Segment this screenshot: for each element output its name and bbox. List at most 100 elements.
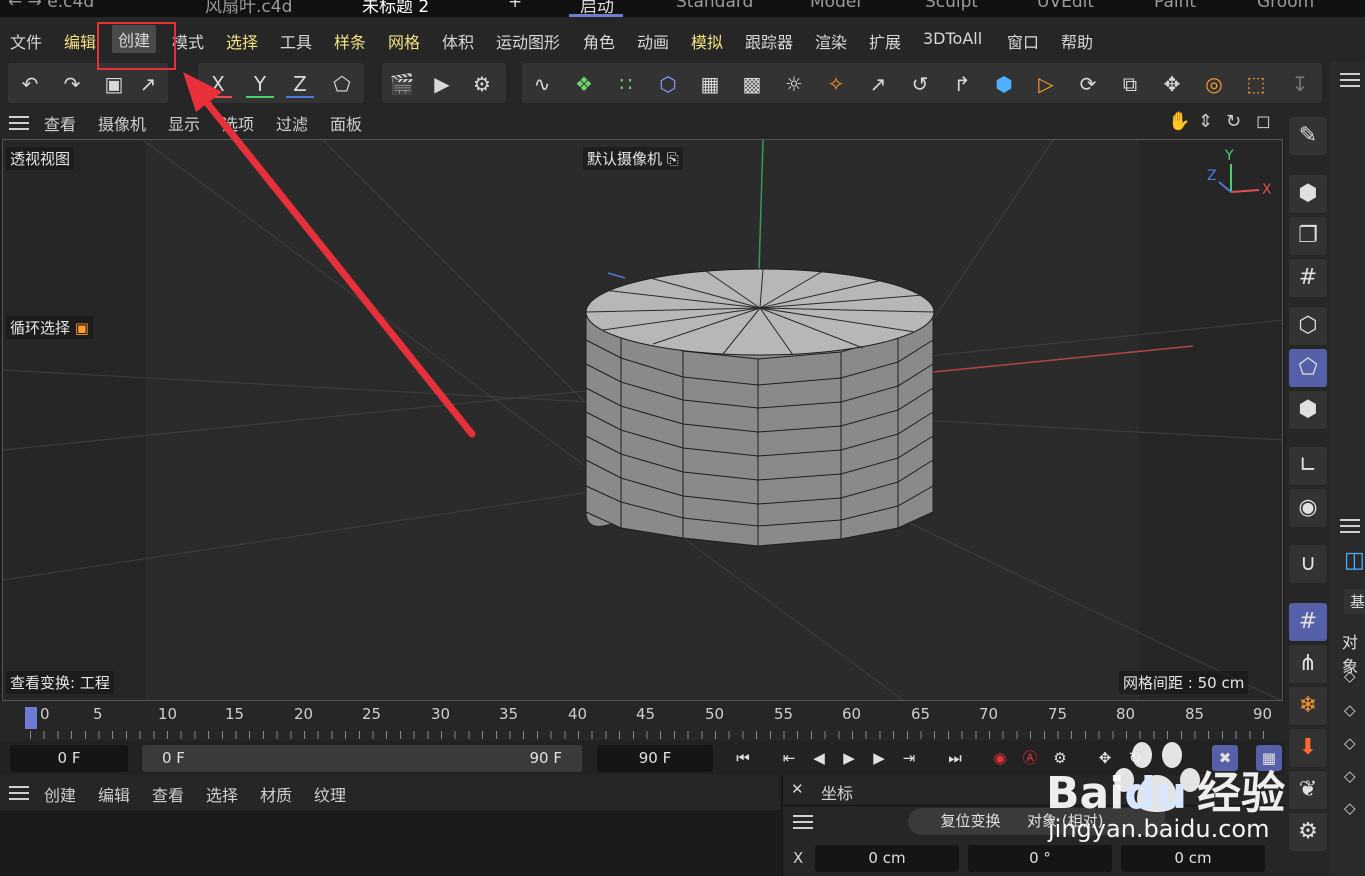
edges-mode-icon[interactable]: ⬠ bbox=[1289, 349, 1327, 387]
axis-mode-icon[interactable]: ∟ bbox=[1289, 447, 1327, 485]
x-axis-lock-button[interactable]: X bbox=[204, 70, 232, 98]
menu-tracker[interactable]: 跟踪器 bbox=[745, 29, 793, 53]
key-position-icon[interactable]: ✥ bbox=[1092, 745, 1118, 771]
key-pla-icon[interactable]: ▦ bbox=[1256, 745, 1282, 771]
menu-spline[interactable]: 样条 bbox=[334, 29, 366, 53]
key-parameter-icon[interactable]: ✖ bbox=[1212, 745, 1238, 771]
tab-prev-doc[interactable]: ← → e.c4d bbox=[8, 0, 94, 17]
viewport-menu-camera[interactable]: 摄像机 bbox=[98, 111, 146, 135]
material-hamburger-icon[interactable] bbox=[9, 786, 29, 800]
layout-tab-paint[interactable]: Paint bbox=[1154, 0, 1196, 17]
edit-mode-icon[interactable]: ✎ bbox=[1289, 117, 1327, 155]
keyframe-diamond-icon[interactable]: ◇ bbox=[1344, 734, 1356, 752]
viewport-menu-filter[interactable]: 过滤 bbox=[276, 111, 308, 135]
autokey-icon[interactable]: Ⓐ bbox=[1017, 745, 1043, 771]
loop-select-hud[interactable]: 循环选择 ▣ bbox=[6, 316, 93, 339]
model-mode-icon[interactable]: ⬢ bbox=[1289, 175, 1327, 213]
drop-to-floor-icon[interactable]: ⬇ bbox=[1289, 729, 1327, 767]
cloner-icon[interactable]: ∷ bbox=[612, 70, 640, 98]
material-menu-material[interactable]: 材质 bbox=[260, 782, 292, 806]
box-select-icon[interactable]: ⬚ bbox=[1242, 70, 1270, 98]
menu-simulate[interactable]: 模拟 bbox=[691, 29, 723, 53]
menu-mode[interactable]: 模式 bbox=[172, 29, 204, 53]
previous-key-icon[interactable]: ⇤ bbox=[776, 745, 802, 771]
end-frame-field[interactable]: 90 F bbox=[597, 745, 713, 772]
menu-file[interactable]: 文件 bbox=[10, 29, 42, 53]
new-tab-button[interactable]: + bbox=[508, 0, 522, 17]
render-to-picture-viewer-icon[interactable]: ▶ bbox=[428, 70, 456, 98]
open-external-icon[interactable]: ↗ bbox=[134, 70, 162, 98]
object-panel-hamburger-icon[interactable] bbox=[1340, 73, 1360, 87]
solo-icon[interactable]: ◉ bbox=[1289, 489, 1327, 527]
menu-tools[interactable]: 工具 bbox=[280, 29, 312, 53]
menu-select[interactable]: 选择 bbox=[226, 29, 258, 53]
menu-extensions[interactable]: 扩展 bbox=[869, 29, 901, 53]
butterfly-icon[interactable]: ❦ bbox=[1289, 771, 1327, 809]
menu-3dtoall[interactable]: 3DToAll bbox=[923, 29, 982, 48]
maximize-view-icon[interactable]: ◻ bbox=[1256, 111, 1271, 132]
go-to-start-icon[interactable]: ⏮ bbox=[730, 745, 756, 771]
magnet-icon[interactable]: ∪ bbox=[1289, 545, 1327, 583]
layout-tab-standard[interactable]: Standard bbox=[676, 0, 753, 17]
keyframe-diamond-icon[interactable]: ◇ bbox=[1344, 667, 1356, 685]
previous-frame-icon[interactable]: ◀ bbox=[806, 745, 832, 771]
position-x-field[interactable]: 0 cm bbox=[815, 845, 959, 872]
menu-animate[interactable]: 动画 bbox=[637, 29, 669, 53]
size-x-field[interactable]: 0 cm bbox=[1121, 845, 1265, 872]
next-frame-icon[interactable]: ▶ bbox=[866, 745, 892, 771]
spline-pen-icon[interactable]: ∿ bbox=[528, 70, 556, 98]
field-icon[interactable]: ▦ bbox=[696, 70, 724, 98]
live-select-icon[interactable]: ◎ bbox=[1200, 70, 1228, 98]
camera-icon[interactable]: ▩ bbox=[738, 70, 766, 98]
perspective-viewport[interactable]: Y X Z 透视视图 默认摄像机 ⎘ 循环选择 ▣ 查看变换: 工程 网格间距 … bbox=[2, 139, 1283, 701]
material-menu-texture[interactable]: 纹理 bbox=[314, 782, 346, 806]
viewport-hamburger-icon[interactable] bbox=[9, 116, 29, 130]
symmetry-icon[interactable]: ⋔ bbox=[1289, 645, 1327, 683]
texture-mode-icon[interactable]: ❐ bbox=[1289, 217, 1327, 255]
playhead[interactable] bbox=[25, 707, 37, 729]
move-tool-icon[interactable]: ✥ bbox=[1158, 70, 1186, 98]
timeline-ruler[interactable]: 0 5 10 15 20 25 30 35 40 45 50 55 60 65 … bbox=[0, 701, 1285, 741]
viewport-menu-view[interactable]: 查看 bbox=[44, 111, 76, 135]
dolly-icon[interactable]: ⇕ bbox=[1198, 111, 1213, 132]
redo-icon[interactable]: ↷ bbox=[58, 70, 86, 98]
attribute-panel-hamburger-icon[interactable] bbox=[1340, 519, 1360, 533]
close-icon[interactable]: ✕ bbox=[791, 780, 804, 798]
viewport-menu-panel[interactable]: 面板 bbox=[330, 111, 362, 135]
y-axis-lock-button[interactable]: Y bbox=[246, 70, 274, 98]
orbit-icon[interactable]: ↻ bbox=[1226, 111, 1241, 132]
material-menu-edit[interactable]: 编辑 bbox=[98, 782, 130, 806]
render-settings-icon[interactable]: ⚙ bbox=[468, 70, 496, 98]
record-icon[interactable]: ◉ bbox=[987, 745, 1013, 771]
material-menu-select[interactable]: 选择 bbox=[206, 782, 238, 806]
range-slider[interactable]: 0 F 90 F bbox=[142, 745, 582, 772]
layout-tab-uvedit[interactable]: UVEdit bbox=[1037, 0, 1094, 17]
pan-hand-icon[interactable]: ✋ bbox=[1168, 111, 1190, 132]
rotation-x-field[interactable]: 0 ° bbox=[968, 845, 1112, 872]
menu-mograph[interactable]: 运动图形 bbox=[496, 29, 560, 53]
layout-tab-sculpt[interactable]: Sculpt bbox=[925, 0, 978, 17]
go-to-end-icon[interactable]: ⏭ bbox=[942, 745, 968, 771]
play-frame-icon[interactable]: ▷ bbox=[1032, 70, 1060, 98]
workplane-icon[interactable]: # bbox=[1289, 259, 1327, 297]
menu-volume[interactable]: 体积 bbox=[442, 29, 474, 53]
effector-icon[interactable]: ✧ bbox=[822, 70, 850, 98]
coordinate-system-icon[interactable]: ⬠ bbox=[328, 70, 356, 98]
menu-mesh[interactable]: 网格 bbox=[388, 29, 420, 53]
cycle-icon[interactable]: ⟳ bbox=[1074, 70, 1102, 98]
points-mode-icon[interactable]: ⬡ bbox=[1289, 307, 1327, 345]
key-rotation-icon[interactable]: ↻ bbox=[1122, 745, 1148, 771]
play-icon[interactable]: ▶ bbox=[836, 745, 862, 771]
tab-untitled-2[interactable]: 未标题 2 bbox=[362, 0, 429, 17]
settings-sun-icon[interactable]: ❄ bbox=[1289, 687, 1327, 725]
viewport-camera-name[interactable]: 默认摄像机 ⎘ bbox=[583, 147, 683, 170]
layout-tab-groom[interactable]: Groom bbox=[1257, 0, 1314, 17]
current-frame-field[interactable]: 0 F bbox=[10, 745, 128, 772]
menu-character[interactable]: 角色 bbox=[583, 29, 615, 53]
z-axis-lock-button[interactable]: Z bbox=[286, 70, 314, 98]
render-view-icon[interactable]: 🎬 bbox=[388, 70, 416, 98]
keyframe-diamond-icon[interactable]: ◇ bbox=[1344, 767, 1356, 785]
rotate-arrow-icon[interactable]: ↺ bbox=[906, 70, 934, 98]
polygons-mode-icon[interactable]: ⬢ bbox=[1289, 391, 1327, 429]
light-icon[interactable]: ☼ bbox=[780, 70, 808, 98]
